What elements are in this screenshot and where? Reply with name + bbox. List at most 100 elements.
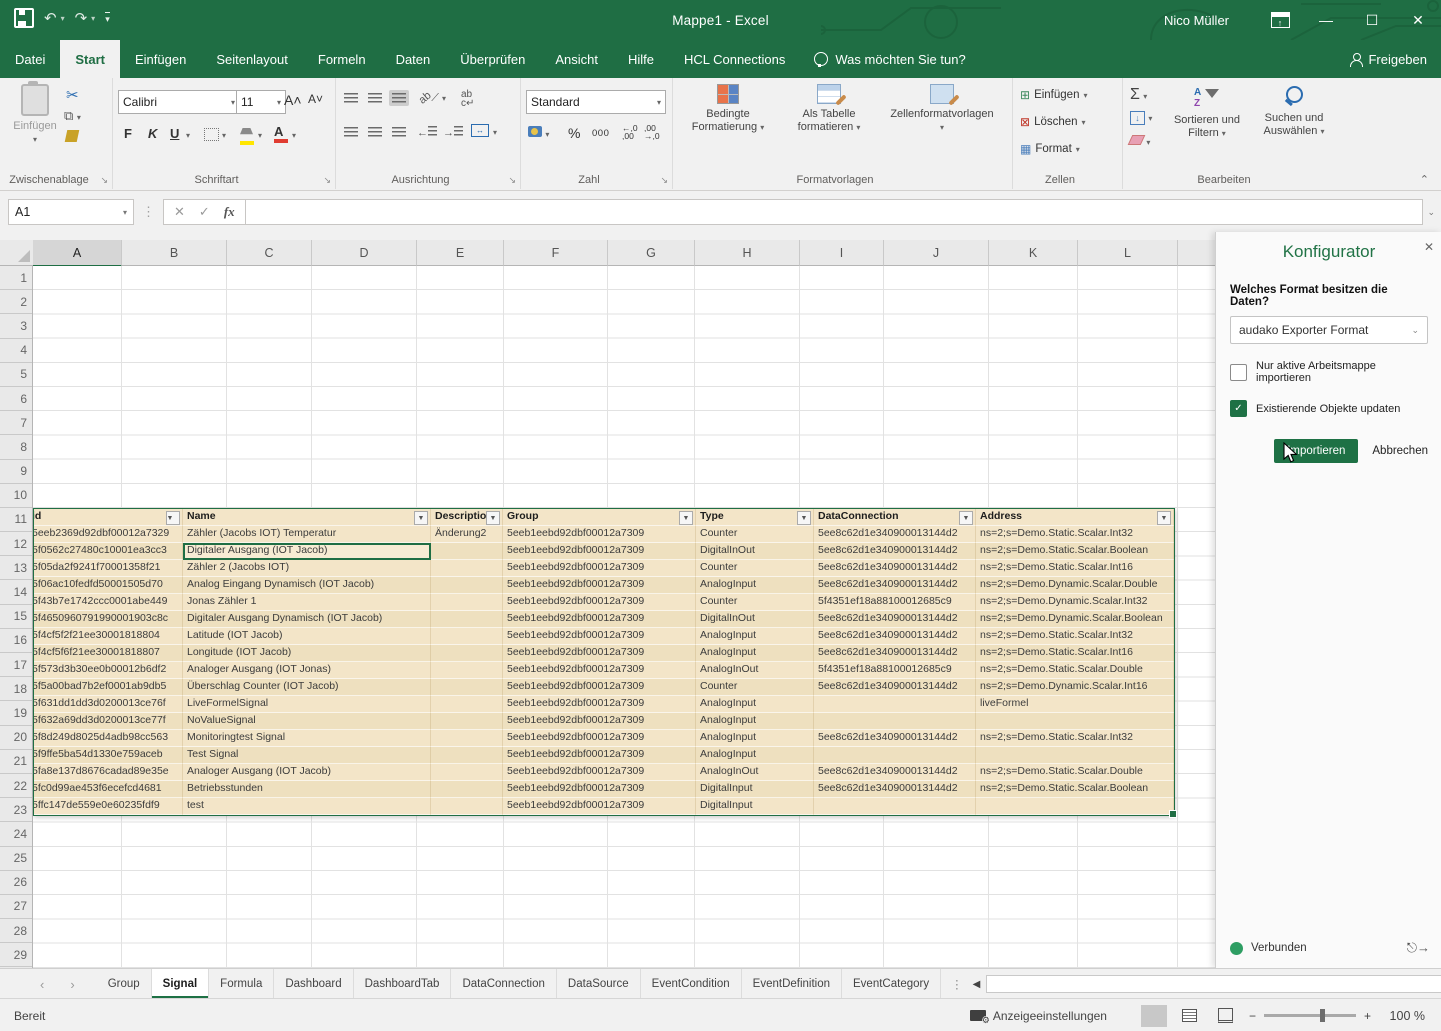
italic-button[interactable]: K [148,126,157,141]
table-cell[interactable]: Digitaler Ausgang Dynamisch (IOT Jacob) [183,611,431,628]
table-cell[interactable] [814,747,976,764]
column-header-I[interactable]: I [800,240,884,266]
underline-dropdown-icon[interactable]: ▾ [186,131,190,140]
table-cell[interactable] [431,781,503,798]
table-cell[interactable]: ns=2;s=Demo.Static.Scalar.Int16 [976,645,1174,662]
table-cell[interactable]: AnalogInput [696,577,814,594]
table-cell[interactable]: Analoger Ausgang (IOT Jonas) [183,662,431,679]
font-name-combo[interactable]: Calibri▾ [118,90,240,114]
table-cell[interactable]: ns=2;s=Demo.Static.Scalar.Int32 [976,730,1174,747]
table-cell[interactable]: 5ee8c62d1e340900013144d2 [814,645,976,662]
maximize-button[interactable]: ☐ [1349,0,1395,40]
borders-icon[interactable] [204,128,219,141]
table-cell[interactable]: Jonas Zähler 1 [183,594,431,611]
table-cell[interactable]: 5f05da2f9241f70001358f21 [34,560,183,577]
table-cell[interactable]: 5eeb1eebd92dbf00012a7309 [503,764,696,781]
update-objects-checkbox-row[interactable]: ✓ Existierende Objekte updaten [1230,400,1428,417]
comma-style-icon[interactable]: 000 [592,128,609,139]
table-cell[interactable]: 5ee8c62d1e340900013144d2 [814,730,976,747]
number-format-combo[interactable]: Standard▾ [526,90,666,114]
table-cell[interactable]: AnalogInput [696,713,814,730]
row-header-8[interactable]: 8 [0,435,32,459]
table-cell[interactable]: Überschlag Counter (IOT Jacob) [183,679,431,696]
table-cell[interactable] [814,798,976,815]
table-cell[interactable]: DigitalInput [696,798,814,815]
table-cell[interactable]: DigitalInOut [696,611,814,628]
table-cell[interactable]: 5fc0d99ae453f6ecefcd4681 [34,781,183,798]
clipboard-dialog-launcher-icon[interactable]: ↘ [100,175,108,186]
column-header-G[interactable]: G [608,240,695,266]
table-cell[interactable]: 5ee8c62d1e340900013144d2 [814,577,976,594]
table-cell[interactable]: 5f5a00bad7b2ef0001ab9db5 [34,679,183,696]
column-header-K[interactable]: K [989,240,1078,266]
column-header-L[interactable]: L [1078,240,1178,266]
table-cell[interactable]: Test Signal [183,747,431,764]
table-cell[interactable]: 5eeb1eebd92dbf00012a7309 [503,611,696,628]
zoom-slider[interactable] [1264,1014,1356,1017]
page-layout-view-button[interactable] [1177,1005,1203,1027]
row-header-24[interactable]: 24 [0,822,32,846]
close-button[interactable]: ✕ [1395,0,1441,40]
filter-dropdown-icon[interactable]: ▼ [166,511,180,525]
row-header-17[interactable]: 17 [0,653,32,677]
cancel-button[interactable]: Abbrechen [1372,445,1428,457]
ribbon-tab-daten[interactable]: Daten [381,40,446,78]
cut-icon[interactable]: ✂ [66,86,79,104]
ribbon-tab-start[interactable]: Start [60,40,120,78]
delete-cells-button[interactable]: ⊠Löschen▾ [1020,115,1086,129]
table-cell[interactable] [814,696,976,713]
fill-color-icon[interactable] [240,126,254,145]
table-cell[interactable]: ns=2;s=Demo.Dynamic.Scalar.Double [976,577,1174,594]
table-cell[interactable]: test [183,798,431,815]
percent-style-icon[interactable]: % [568,125,580,141]
table-cell[interactable]: ns=2;s=Demo.Static.Scalar.Double [976,764,1174,781]
ribbon-tab-seitenlayout[interactable]: Seitenlayout [201,40,303,78]
table-cell[interactable] [431,747,503,764]
table-cell[interactable]: AnalogInput [696,628,814,645]
collapse-ribbon-icon[interactable]: ⌃ [1420,173,1429,186]
format-select[interactable]: audako Exporter Format⌄ [1230,316,1428,344]
normal-view-button[interactable] [1141,1005,1167,1027]
table-cell[interactable]: 5eeb1eebd92dbf00012a7309 [503,645,696,662]
table-cell[interactable]: 5f8d249d8025d4adb98cc563 [34,730,183,747]
sheet-nav-left-icon[interactable]: ‹ [40,977,44,992]
row-header-3[interactable]: 3 [0,314,32,338]
cancel-entry-icon[interactable]: ✕ [174,204,185,220]
row-header-29[interactable]: 29 [0,943,32,967]
table-cell[interactable]: ns=2;s=Demo.Dynamic.Scalar.Int16 [976,679,1174,696]
table-cell[interactable]: 5eeb2369d92dbf00012a7329 [34,526,183,543]
table-cell[interactable]: 5f4cf5f6f21ee30001818807 [34,645,183,662]
column-header-partial[interactable] [1178,240,1215,266]
filter-dropdown-icon[interactable]: ▼ [959,511,973,525]
cell-styles-button[interactable]: Zellenformatvorlagen▾ [878,84,1006,134]
table-cell[interactable]: Zähler 2 (Jacobs IOT) [183,560,431,577]
column-header-A[interactable]: A [33,240,122,267]
format-as-table-button[interactable]: Als Tabelleformatieren ▾ [784,84,874,134]
table-cell[interactable]: Counter [696,526,814,543]
table-cell[interactable]: ns=2;s=Demo.Static.Scalar.Int32 [976,526,1174,543]
formula-input[interactable] [246,199,1424,225]
table-cell[interactable]: 5eeb1eebd92dbf00012a7309 [503,628,696,645]
row-header-22[interactable]: 22 [0,774,32,798]
table-cell[interactable]: ns=2;s=Demo.Static.Scalar.Int32 [976,628,1174,645]
table-cell[interactable]: Analoger Ausgang (IOT Jacob) [183,764,431,781]
insert-function-icon[interactable]: fx [224,204,235,220]
align-middle-icon[interactable] [365,90,385,106]
table-cell[interactable] [976,798,1174,815]
worksheet-grid[interactable]: ABCDEFGHIJKL 123456789101112131415161718… [0,240,1215,968]
sheet-nav-right-icon[interactable]: › [70,977,74,992]
sort-filter-button[interactable]: A Z Sortieren undFiltern ▾ [1164,86,1250,140]
row-header-2[interactable]: 2 [0,290,32,314]
table-cell[interactable] [431,679,503,696]
table-cell[interactable]: AnalogInOut [696,662,814,679]
hscroll-left-icon[interactable]: ◀ [973,979,981,990]
table-cell[interactable] [976,713,1174,730]
table-cell[interactable]: 5eeb1eebd92dbf00012a7309 [503,713,696,730]
row-header-9[interactable]: 9 [0,460,32,484]
table-cell[interactable]: 5f0562c27480c10001ea3cc3 [34,543,183,560]
active-workbook-checkbox-row[interactable]: Nur aktive Arbeitsmappe importieren [1230,360,1428,384]
zoom-slider-thumb[interactable] [1320,1009,1325,1022]
table-cell[interactable]: 5f573d3b30ee0b00012b6df2 [34,662,183,679]
row-header-7[interactable]: 7 [0,411,32,435]
table-cell[interactable] [431,730,503,747]
